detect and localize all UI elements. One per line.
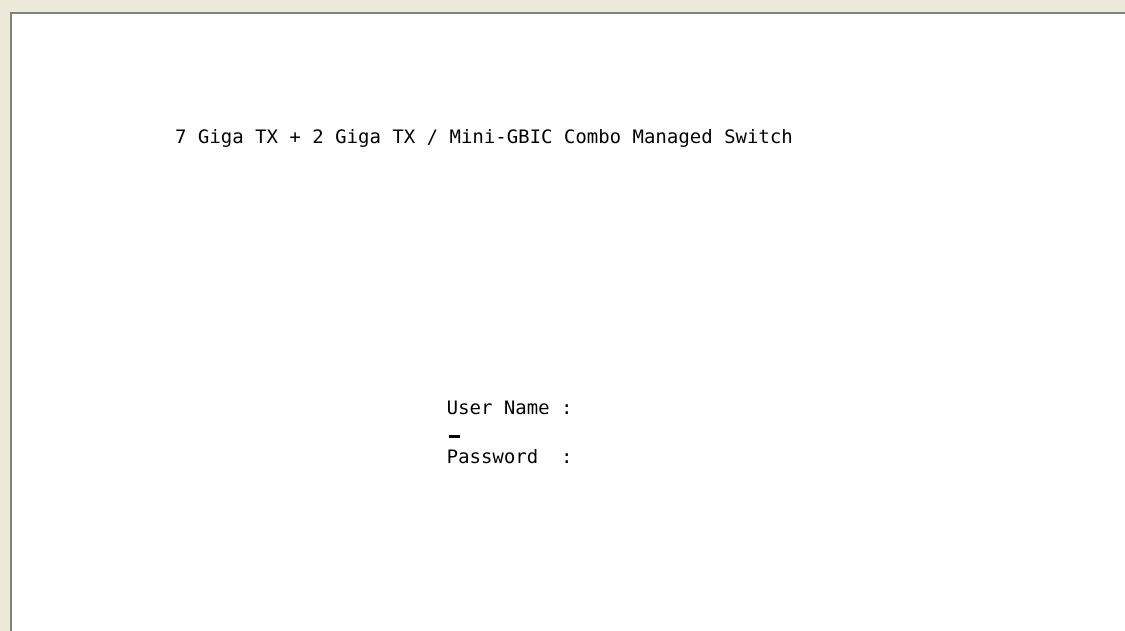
terminal-window: 7 Giga TX + 2 Giga TX / Mini-GBIC Combo … [0, 0, 1125, 631]
terminal-screen[interactable]: 7 Giga TX + 2 Giga TX / Mini-GBIC Combo … [10, 12, 1125, 631]
device-title: 7 Giga TX + 2 Giga TX / Mini-GBIC Combo … [175, 126, 793, 148]
password-row[interactable]: Password : [378, 424, 573, 512]
password-label: Password : [446, 446, 573, 468]
username-label: User Name : [446, 397, 573, 419]
